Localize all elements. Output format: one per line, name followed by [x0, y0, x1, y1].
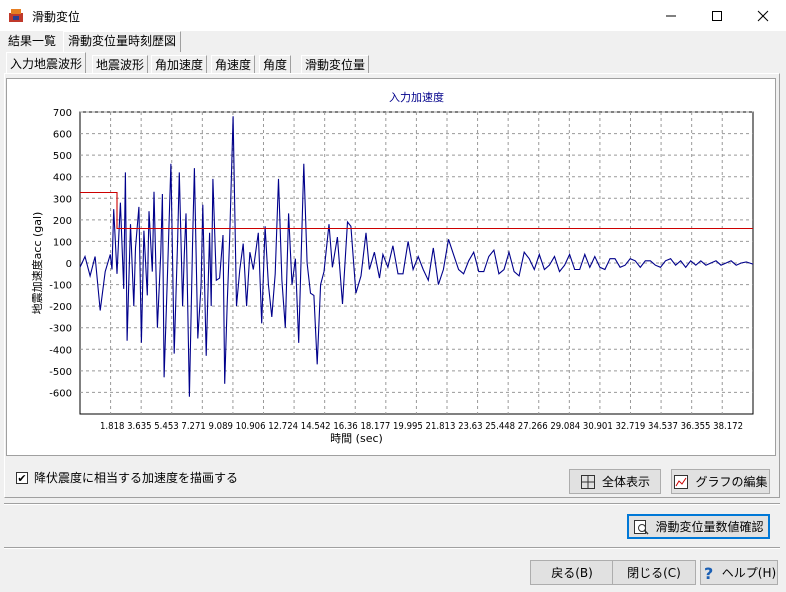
back-label: 戻る(B): [551, 566, 593, 580]
tab-sliding-displacement[interactable]: 滑動変位量: [301, 55, 370, 73]
help-button[interactable]: ? ヘルプ(H): [700, 560, 778, 585]
show-all-label: 全体表示: [601, 475, 650, 489]
x-axis-label: 時間 (sec): [330, 432, 383, 445]
show-all-button[interactable]: 全体表示: [569, 469, 661, 494]
close-button[interactable]: 閉じる(C): [612, 560, 696, 585]
x-tick-labels: 1.818 3.635 5.453 7.271 9.089 10.906 12.…: [100, 421, 743, 432]
y-tick-label: 700: [53, 108, 72, 119]
edit-graph-button[interactable]: グラフの編集: [671, 469, 770, 494]
check-mark-icon: ✔: [17, 471, 27, 485]
window-title: 滑動変位: [32, 10, 81, 24]
y-tick-label: -400: [49, 345, 72, 356]
y-tick-label: 0: [66, 259, 72, 270]
y-tick-label: -300: [49, 324, 72, 335]
tab-seismic-wave[interactable]: 地震波形: [92, 55, 149, 73]
maximize-icon: [712, 10, 722, 21]
y-tick-label: 100: [53, 237, 72, 248]
acceleration-chart: 入力加速度 700 600 500 400 300 200 100 0 -100 -200 -300 -…: [30, 90, 754, 445]
back-button[interactable]: 戻る(B): [530, 560, 614, 585]
chart-area: 入力加速度 700 600 500 400 300 200 100 0 -100 -200 -300 -…: [6, 78, 776, 456]
minimize-icon: [666, 15, 676, 16]
y-tick-label: -500: [49, 367, 72, 378]
y-tick-label: -600: [49, 388, 72, 399]
y-tick-label: -200: [49, 302, 72, 313]
title-bar: 滑動変位: [0, 0, 786, 31]
graph-tabs: 入力地震波形 地震波形 角加速度 角速度 角度 滑動変位量: [0, 52, 786, 74]
y-tick-label: -100: [49, 281, 72, 292]
fit-view-icon: [580, 474, 595, 489]
y-tick-label: 500: [53, 151, 72, 162]
help-icon: ?: [704, 565, 713, 581]
minimize-button[interactable]: [648, 0, 694, 31]
yield-acceleration-checkbox[interactable]: ✔ 降伏震度に相当する加速度を描画する: [16, 469, 238, 486]
y-tick-label: 600: [53, 130, 72, 141]
help-label: ヘルプ(H): [721, 566, 777, 580]
tab-time-history[interactable]: 滑動変位量時刻歴図: [63, 31, 182, 52]
app-icon: [9, 9, 23, 22]
y-tick-label: 200: [53, 216, 72, 227]
magnifier-icon: [634, 519, 650, 535]
tab-input-wave[interactable]: 入力地震波形: [6, 52, 87, 74]
result-tabs: 結果一覧 滑動変位量時刻歴図: [0, 31, 786, 52]
maximize-button[interactable]: [694, 0, 740, 31]
tab-angular-acceleration[interactable]: 角加速度: [151, 55, 208, 73]
separator-bottom: [4, 547, 780, 549]
graph-edit-icon: [674, 474, 689, 489]
tab-angular-velocity[interactable]: 角速度: [211, 55, 256, 73]
chart-title: 入力加速度: [389, 90, 444, 104]
confirm-displacement-label: 滑動変位量数値確認: [655, 520, 764, 534]
y-axis-label: 地震加速度acc (gal): [30, 212, 44, 315]
close-label: 閉じる(C): [627, 566, 681, 580]
y-tick-label: 300: [53, 194, 72, 205]
close-window-button[interactable]: [740, 0, 786, 31]
tab-result-list[interactable]: 結果一覧: [4, 32, 60, 50]
svg-text:?: ?: [704, 565, 713, 581]
confirm-displacement-button[interactable]: 滑動変位量数値確認: [627, 514, 770, 539]
close-icon: [757, 10, 769, 21]
checkbox-label: 降伏震度に相当する加速度を描画する: [34, 471, 239, 485]
checkbox-box[interactable]: ✔: [16, 471, 28, 485]
separator: [4, 503, 780, 505]
tab-angle[interactable]: 角度: [259, 55, 292, 73]
edit-graph-label: グラフの編集: [695, 475, 768, 489]
y-tick-label: 400: [53, 173, 72, 184]
